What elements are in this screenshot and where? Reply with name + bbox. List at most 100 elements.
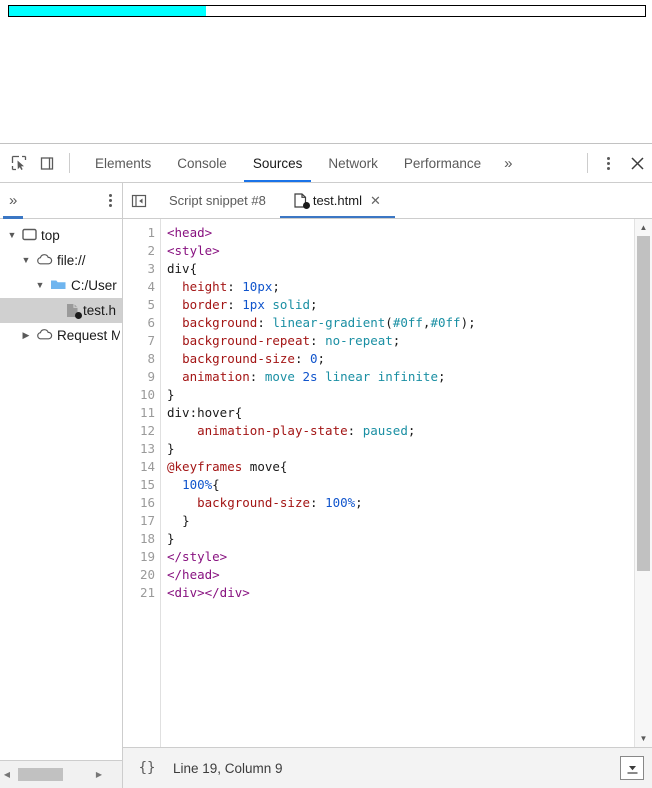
code-line[interactable]: </head> — [167, 566, 634, 584]
tab-performance[interactable]: Performance — [391, 144, 494, 182]
editor-tab-test-html[interactable]: test.html ✕ — [279, 183, 395, 218]
scroll-up-arrow-icon[interactable]: ▲ — [635, 219, 652, 236]
tree-item-request-manager[interactable]: ▶ Request M — [0, 323, 122, 348]
editor-scrollbar-thumb[interactable] — [637, 236, 650, 571]
line-number[interactable]: 13 — [123, 440, 155, 458]
devtools-window: Elements Console Sources Network Perform… — [0, 143, 652, 788]
tab-console[interactable]: Console — [164, 144, 240, 182]
code-line[interactable]: <div></div> — [167, 584, 634, 602]
toolbar-divider-2 — [587, 153, 588, 173]
code-token: @keyframes — [167, 459, 243, 474]
code-token: ; — [438, 369, 446, 384]
chevron-down-icon[interactable]: ▼ — [20, 256, 32, 265]
line-number[interactable]: 2 — [123, 242, 155, 260]
device-toolbar-icon[interactable] — [34, 144, 63, 182]
code-line[interactable]: div{ — [167, 260, 634, 278]
code-content[interactable]: <head> <style> div{ height: 10px; border: … — [161, 219, 634, 747]
code-editor[interactable]: 1 2 3 4 5 6 7 8 9 10 11 12 13 14 15 16 17 18 19 20 21 <head>… — [123, 219, 634, 747]
close-devtools-icon[interactable] — [623, 144, 652, 182]
tab-elements[interactable]: Elements — [82, 144, 164, 182]
line-number[interactable]: 15 — [123, 476, 155, 494]
line-number[interactable]: 12 — [123, 422, 155, 440]
scroll-right-arrow-icon[interactable]: ▶ — [92, 761, 106, 788]
code-token: <head> — [167, 225, 213, 240]
sources-navigator-panel: ▼ top ▼ file:// ▼ C:/User test.h ▶ Reque… — [0, 219, 123, 788]
code-line[interactable]: height: 10px; — [167, 278, 634, 296]
code-line[interactable]: @keyframes move{ — [167, 458, 634, 476]
line-number[interactable]: 1 — [123, 224, 155, 242]
line-number[interactable]: 20 — [123, 566, 155, 584]
cloud-glyph — [37, 253, 53, 264]
scroll-left-arrow-icon[interactable]: ◀ — [0, 761, 14, 788]
code-token: ; — [355, 495, 363, 510]
editor-tab-script-snippet[interactable]: Script snippet #8 — [155, 183, 280, 218]
code-line[interactable]: animation: move 2s linear infinite; — [167, 368, 634, 386]
chevron-right-icon[interactable]: ▶ — [20, 331, 32, 340]
line-number[interactable]: 6 — [123, 314, 155, 332]
show-drawer-icon[interactable] — [620, 756, 644, 780]
code-token: 10px — [242, 279, 273, 294]
code-line[interactable]: </style> — [167, 548, 634, 566]
tab-sources[interactable]: Sources — [240, 144, 316, 182]
editor-vertical-scrollbar[interactable]: ▲ ▼ — [634, 219, 652, 747]
devtools-settings-menu-icon[interactable] — [594, 144, 623, 182]
code-line[interactable]: border: 1px solid; — [167, 296, 634, 314]
hide-navigator-glyph — [131, 194, 147, 207]
line-number[interactable]: 5 — [123, 296, 155, 314]
code-token: ; — [317, 351, 326, 366]
kebab-menu-glyph — [108, 194, 112, 207]
file-tree: ▼ top ▼ file:// ▼ C:/User test.h ▶ Reque… — [0, 219, 122, 760]
line-number[interactable]: 21 — [123, 584, 155, 602]
scroll-down-arrow-icon[interactable]: ▼ — [635, 730, 652, 747]
code-line[interactable]: } — [167, 530, 634, 548]
line-number[interactable]: 18 — [123, 530, 155, 548]
folder-glyph — [51, 280, 66, 289]
tree-item-file-test-html[interactable]: ▶ test.h — [0, 298, 122, 323]
code-line[interactable]: div:hover{ — [167, 404, 634, 422]
navigator-scrollbar-thumb[interactable] — [18, 768, 63, 781]
line-number[interactable]: 3 — [123, 260, 155, 278]
line-number[interactable]: 4 — [123, 278, 155, 296]
code-token: ); — [460, 315, 476, 330]
code-line[interactable]: background-size: 100%; — [167, 494, 634, 512]
code-line[interactable]: background-size: 0; — [167, 350, 634, 368]
code-line[interactable]: 100%{ — [167, 476, 634, 494]
line-number[interactable]: 8 — [123, 350, 155, 368]
code-line[interactable]: background: linear-gradient(#0ff,#0ff); — [167, 314, 634, 332]
navigator-menu-icon[interactable] — [98, 183, 122, 218]
tab-network[interactable]: Network — [315, 144, 391, 182]
code-token: #0ff — [430, 315, 461, 330]
animated-progress-div[interactable] — [8, 5, 646, 17]
code-line[interactable]: <head> — [167, 224, 634, 242]
chevron-down-icon[interactable]: ▼ — [34, 281, 46, 290]
line-number[interactable]: 9 — [123, 368, 155, 386]
inspect-element-icon[interactable] — [5, 144, 34, 182]
tree-item-folder-cuser[interactable]: ▼ C:/User — [0, 273, 122, 298]
line-number[interactable]: 14 — [123, 458, 155, 476]
line-number[interactable]: 7 — [123, 332, 155, 350]
editor-tab-close-icon[interactable]: ✕ — [370, 194, 381, 207]
navigator-horizontal-scrollbar[interactable]: ◀ ▶ — [0, 760, 122, 788]
code-line[interactable]: } — [167, 512, 634, 530]
line-number[interactable]: 16 — [123, 494, 155, 512]
code-line[interactable]: animation-play-state: paused; — [167, 422, 634, 440]
line-number[interactable]: 19 — [123, 548, 155, 566]
pretty-print-button[interactable]: {} — [133, 756, 161, 780]
code-line[interactable]: } — [167, 440, 634, 458]
line-number[interactable]: 17 — [123, 512, 155, 530]
tree-item-top[interactable]: ▼ top — [0, 223, 122, 248]
chevron-down-icon[interactable]: ▼ — [6, 231, 18, 240]
line-number[interactable]: 10 — [123, 386, 155, 404]
code-line[interactable]: background-repeat: no-repeat; — [167, 332, 634, 350]
line-number[interactable]: 11 — [123, 404, 155, 422]
code-line[interactable]: <style> — [167, 242, 634, 260]
code-line[interactable]: } — [167, 386, 634, 404]
hide-navigator-icon[interactable] — [123, 183, 155, 218]
code-token: : — [347, 423, 363, 438]
tree-item-file-protocol[interactable]: ▼ file:// — [0, 248, 122, 273]
more-panels-button[interactable]: » — [494, 144, 522, 182]
navigator-more-tabs-button[interactable]: » — [0, 183, 26, 219]
code-token: : — [294, 351, 311, 366]
